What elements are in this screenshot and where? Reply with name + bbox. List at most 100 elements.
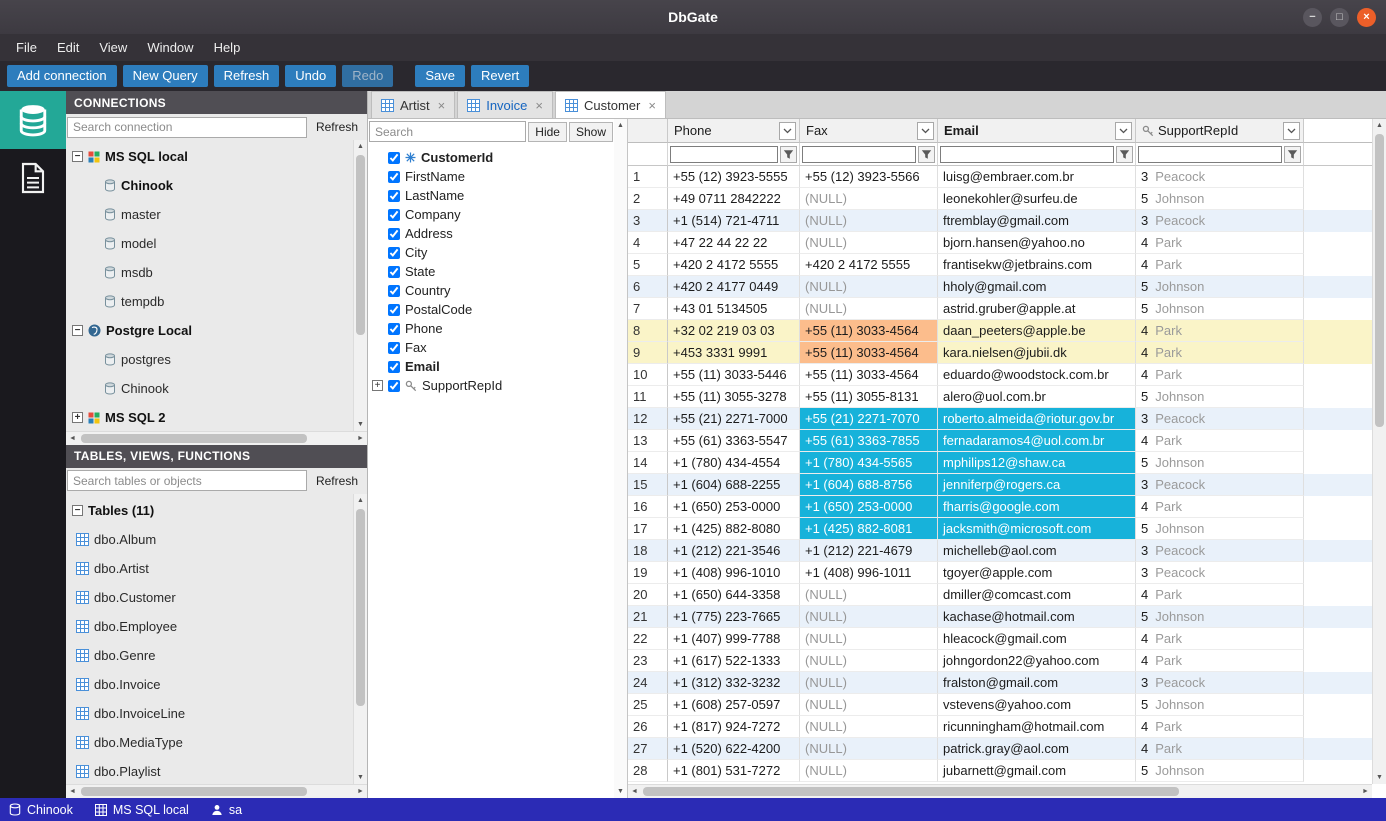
- cell-supportrepid[interactable]: 4Park: [1136, 716, 1304, 738]
- cell-fax[interactable]: +1 (408) 996-1011: [800, 562, 938, 584]
- scroll-up-icon[interactable]: ▲: [614, 119, 627, 132]
- cell-phone[interactable]: +1 (520) 622-4200: [668, 738, 800, 760]
- cell-fax[interactable]: (NULL): [800, 210, 938, 232]
- cell-email[interactable]: alero@uol.com.br: [938, 386, 1136, 408]
- row-number[interactable]: 2: [628, 188, 668, 210]
- scroll-down-icon[interactable]: ▼: [354, 418, 367, 431]
- table-item-dbo-genre[interactable]: dbo.Genre: [66, 641, 353, 670]
- scroll-right-icon[interactable]: ►: [354, 785, 367, 798]
- grid-hscrollbar[interactable]: ◄ ►: [628, 784, 1372, 798]
- cell-email[interactable]: mphilips12@shaw.ca: [938, 452, 1136, 474]
- filter-funnel-icon[interactable]: [1284, 146, 1301, 163]
- row-number[interactable]: 26: [628, 716, 668, 738]
- cell-fax[interactable]: +1 (604) 688-8756: [800, 474, 938, 496]
- cell-fax[interactable]: (NULL): [800, 628, 938, 650]
- column-checkbox-email[interactable]: [388, 361, 400, 373]
- cell-email[interactable]: eduardo@woodstock.com.br: [938, 364, 1136, 386]
- rail-item-files[interactable]: [0, 149, 66, 207]
- cell-email[interactable]: frantisekw@jetbrains.com: [938, 254, 1136, 276]
- cell-phone[interactable]: +55 (11) 3055-3278: [668, 386, 800, 408]
- cell-phone[interactable]: +1 (817) 924-7272: [668, 716, 800, 738]
- row-number[interactable]: 8: [628, 320, 668, 342]
- scroll-thumb[interactable]: [81, 434, 307, 443]
- table-item-dbo-artist[interactable]: dbo.Artist: [66, 554, 353, 583]
- connection-item-msdb[interactable]: msdb: [66, 258, 353, 287]
- filter-input-email[interactable]: [940, 146, 1114, 163]
- cell-supportrepid[interactable]: 4Park: [1136, 364, 1304, 386]
- grid-vscrollbar[interactable]: ▲ ▼: [1372, 119, 1386, 784]
- cell-fax[interactable]: +1 (650) 253-0000: [800, 496, 938, 518]
- connection-item-postgre-local[interactable]: −Postgre Local: [66, 316, 353, 345]
- cell-phone[interactable]: +47 22 44 22 22: [668, 232, 800, 254]
- cell-phone[interactable]: +43 01 5134505: [668, 298, 800, 320]
- cell-email[interactable]: fernadaramos4@uol.com.br: [938, 430, 1136, 452]
- table-item-dbo-invoice[interactable]: dbo.Invoice: [66, 670, 353, 699]
- table-item-dbo-employee[interactable]: dbo.Employee: [66, 612, 353, 641]
- row-number[interactable]: 15: [628, 474, 668, 496]
- columns-search-input[interactable]: [369, 121, 526, 142]
- cell-fax[interactable]: (NULL): [800, 694, 938, 716]
- column-dropdown-icon[interactable]: [917, 122, 934, 140]
- cell-phone[interactable]: +420 2 4172 5555: [668, 254, 800, 276]
- cell-email[interactable]: johngordon22@yahoo.com: [938, 650, 1136, 672]
- row-number[interactable]: 21: [628, 606, 668, 628]
- column-item-company[interactable]: Company: [368, 205, 627, 224]
- row-number[interactable]: 13: [628, 430, 668, 452]
- column-item-postalcode[interactable]: PostalCode: [368, 300, 627, 319]
- connection-item-ms-sql-2[interactable]: +MS SQL 2: [66, 403, 353, 431]
- cell-supportrepid[interactable]: 3Peacock: [1136, 210, 1304, 232]
- cell-supportrepid[interactable]: 4Park: [1136, 320, 1304, 342]
- row-number[interactable]: 25: [628, 694, 668, 716]
- row-number[interactable]: 4: [628, 232, 668, 254]
- menu-item-file[interactable]: File: [6, 37, 47, 58]
- column-checkbox-country[interactable]: [388, 285, 400, 297]
- cell-email[interactable]: bjorn.hansen@yahoo.no: [938, 232, 1136, 254]
- row-number[interactable]: 28: [628, 760, 668, 782]
- filter-funnel-icon[interactable]: [1116, 146, 1133, 163]
- cell-email[interactable]: tgoyer@apple.com: [938, 562, 1136, 584]
- column-dropdown-icon[interactable]: [779, 122, 796, 140]
- cell-supportrepid[interactable]: 4Park: [1136, 254, 1304, 276]
- cell-phone[interactable]: +453 3331 9991: [668, 342, 800, 364]
- cell-phone[interactable]: +1 (775) 223-7665: [668, 606, 800, 628]
- cell-phone[interactable]: +1 (514) 721-4711: [668, 210, 800, 232]
- table-item-dbo-mediatype[interactable]: dbo.MediaType: [66, 728, 353, 757]
- menu-item-edit[interactable]: Edit: [47, 37, 89, 58]
- row-number[interactable]: 3: [628, 210, 668, 232]
- cell-fax[interactable]: +55 (11) 3033-4564: [800, 342, 938, 364]
- cell-fax[interactable]: +1 (780) 434-5565: [800, 452, 938, 474]
- column-checkbox-state[interactable]: [388, 266, 400, 278]
- tables-vscrollbar[interactable]: ▲ ▼: [353, 494, 367, 785]
- column-checkbox-lastname[interactable]: [388, 190, 400, 202]
- column-item-country[interactable]: Country: [368, 281, 627, 300]
- column-checkbox-postalcode[interactable]: [388, 304, 400, 316]
- new-query-button[interactable]: New Query: [123, 65, 208, 87]
- cell-email[interactable]: astrid.gruber@apple.at: [938, 298, 1136, 320]
- connections-search-input[interactable]: [67, 117, 307, 138]
- connection-item-chinook[interactable]: Chinook: [66, 374, 353, 403]
- cell-fax[interactable]: (NULL): [800, 232, 938, 254]
- row-number[interactable]: 6: [628, 276, 668, 298]
- cell-supportrepid[interactable]: 4Park: [1136, 584, 1304, 606]
- maximize-icon[interactable]: □: [1330, 8, 1349, 27]
- cell-phone[interactable]: +1 (780) 434-4554: [668, 452, 800, 474]
- column-dropdown-icon[interactable]: [1115, 122, 1132, 140]
- row-number[interactable]: 1: [628, 166, 668, 188]
- menu-item-window[interactable]: Window: [137, 37, 203, 58]
- cell-supportrepid[interactable]: 5Johnson: [1136, 276, 1304, 298]
- cell-phone[interactable]: +1 (312) 332-3232: [668, 672, 800, 694]
- close-icon[interactable]: ×: [1357, 8, 1376, 27]
- cell-fax[interactable]: +1 (425) 882-8081: [800, 518, 938, 540]
- cell-supportrepid[interactable]: 4Park: [1136, 628, 1304, 650]
- cell-phone[interactable]: +1 (650) 253-0000: [668, 496, 800, 518]
- cell-phone[interactable]: +1 (408) 996-1010: [668, 562, 800, 584]
- connection-item-model[interactable]: model: [66, 229, 353, 258]
- cell-fax[interactable]: (NULL): [800, 672, 938, 694]
- refresh-button[interactable]: Refresh: [214, 65, 280, 87]
- column-checkbox-phone[interactable]: [388, 323, 400, 335]
- scroll-left-icon[interactable]: ◄: [66, 785, 79, 798]
- cell-fax[interactable]: +55 (61) 3363-7855: [800, 430, 938, 452]
- cell-fax[interactable]: (NULL): [800, 760, 938, 782]
- cell-email[interactable]: ftremblay@gmail.com: [938, 210, 1136, 232]
- table-item-dbo-album[interactable]: dbo.Album: [66, 525, 353, 554]
